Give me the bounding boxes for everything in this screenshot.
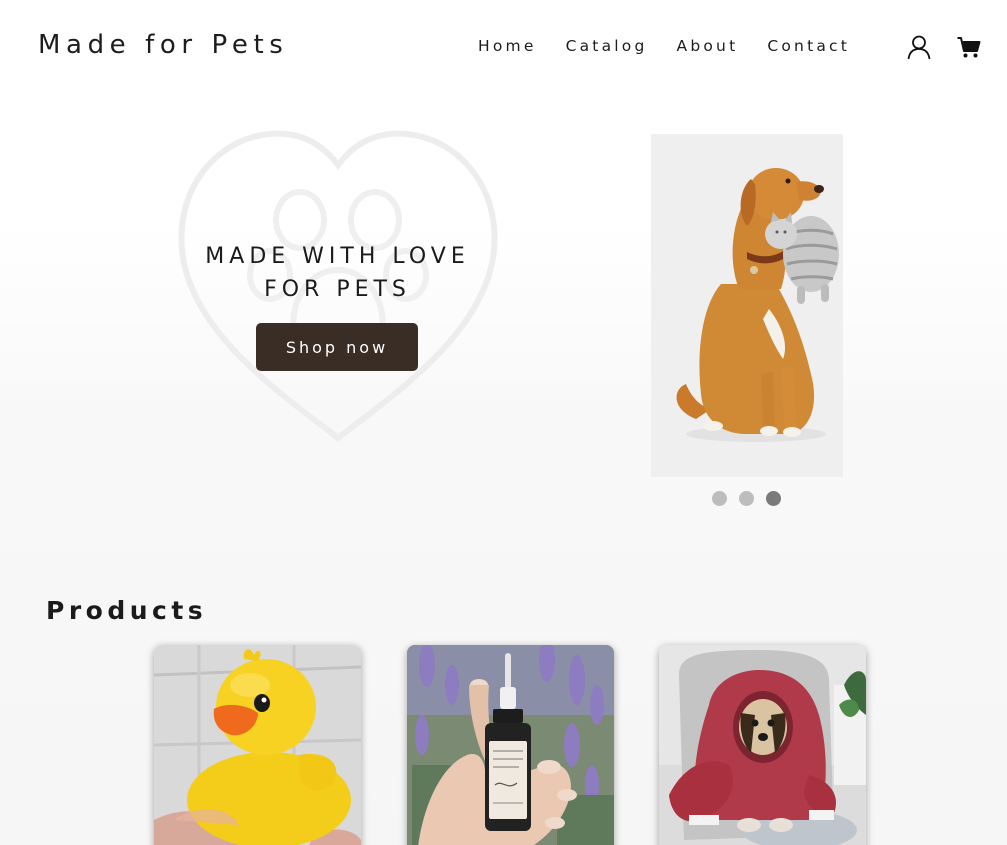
hero-title-line1: MADE WITH LOVE (205, 244, 470, 269)
rubber-duck-image (154, 645, 361, 845)
carousel-dot-2[interactable] (739, 491, 754, 506)
hero-heading: MADE WITH LOVE FOR PETS (160, 240, 515, 306)
dog-in-bathrobe-image (659, 645, 866, 845)
brand-logo[interactable]: Made for Pets (38, 30, 288, 60)
product-card-rubber-duck[interactable] (154, 645, 361, 845)
carousel-dot-3-active[interactable] (766, 491, 781, 506)
serum-bottle-image (407, 645, 614, 845)
site-header: Made for Pets Home Catalog About Contact (0, 0, 1007, 92)
nav-contact[interactable]: Contact (767, 37, 850, 55)
nav-home[interactable]: Home (478, 37, 537, 55)
nav-about[interactable]: About (677, 37, 739, 55)
shop-now-button[interactable]: Shop now (256, 323, 418, 371)
hero-slide-image[interactable] (651, 134, 843, 477)
nav-catalog[interactable]: Catalog (566, 37, 648, 55)
product-card-serum-bottle[interactable] (407, 645, 614, 845)
user-icon[interactable] (906, 34, 932, 60)
hero-title-line2: FOR PETS (264, 277, 411, 302)
product-card-dog-bathrobe[interactable] (659, 645, 866, 845)
products-heading: Products (46, 596, 208, 625)
cart-icon[interactable] (956, 34, 982, 60)
main-nav: Home Catalog About Contact (478, 37, 879, 55)
carousel-dot-1[interactable] (712, 491, 727, 506)
carousel-dots (712, 491, 793, 506)
dog-with-toy-image (651, 134, 843, 477)
